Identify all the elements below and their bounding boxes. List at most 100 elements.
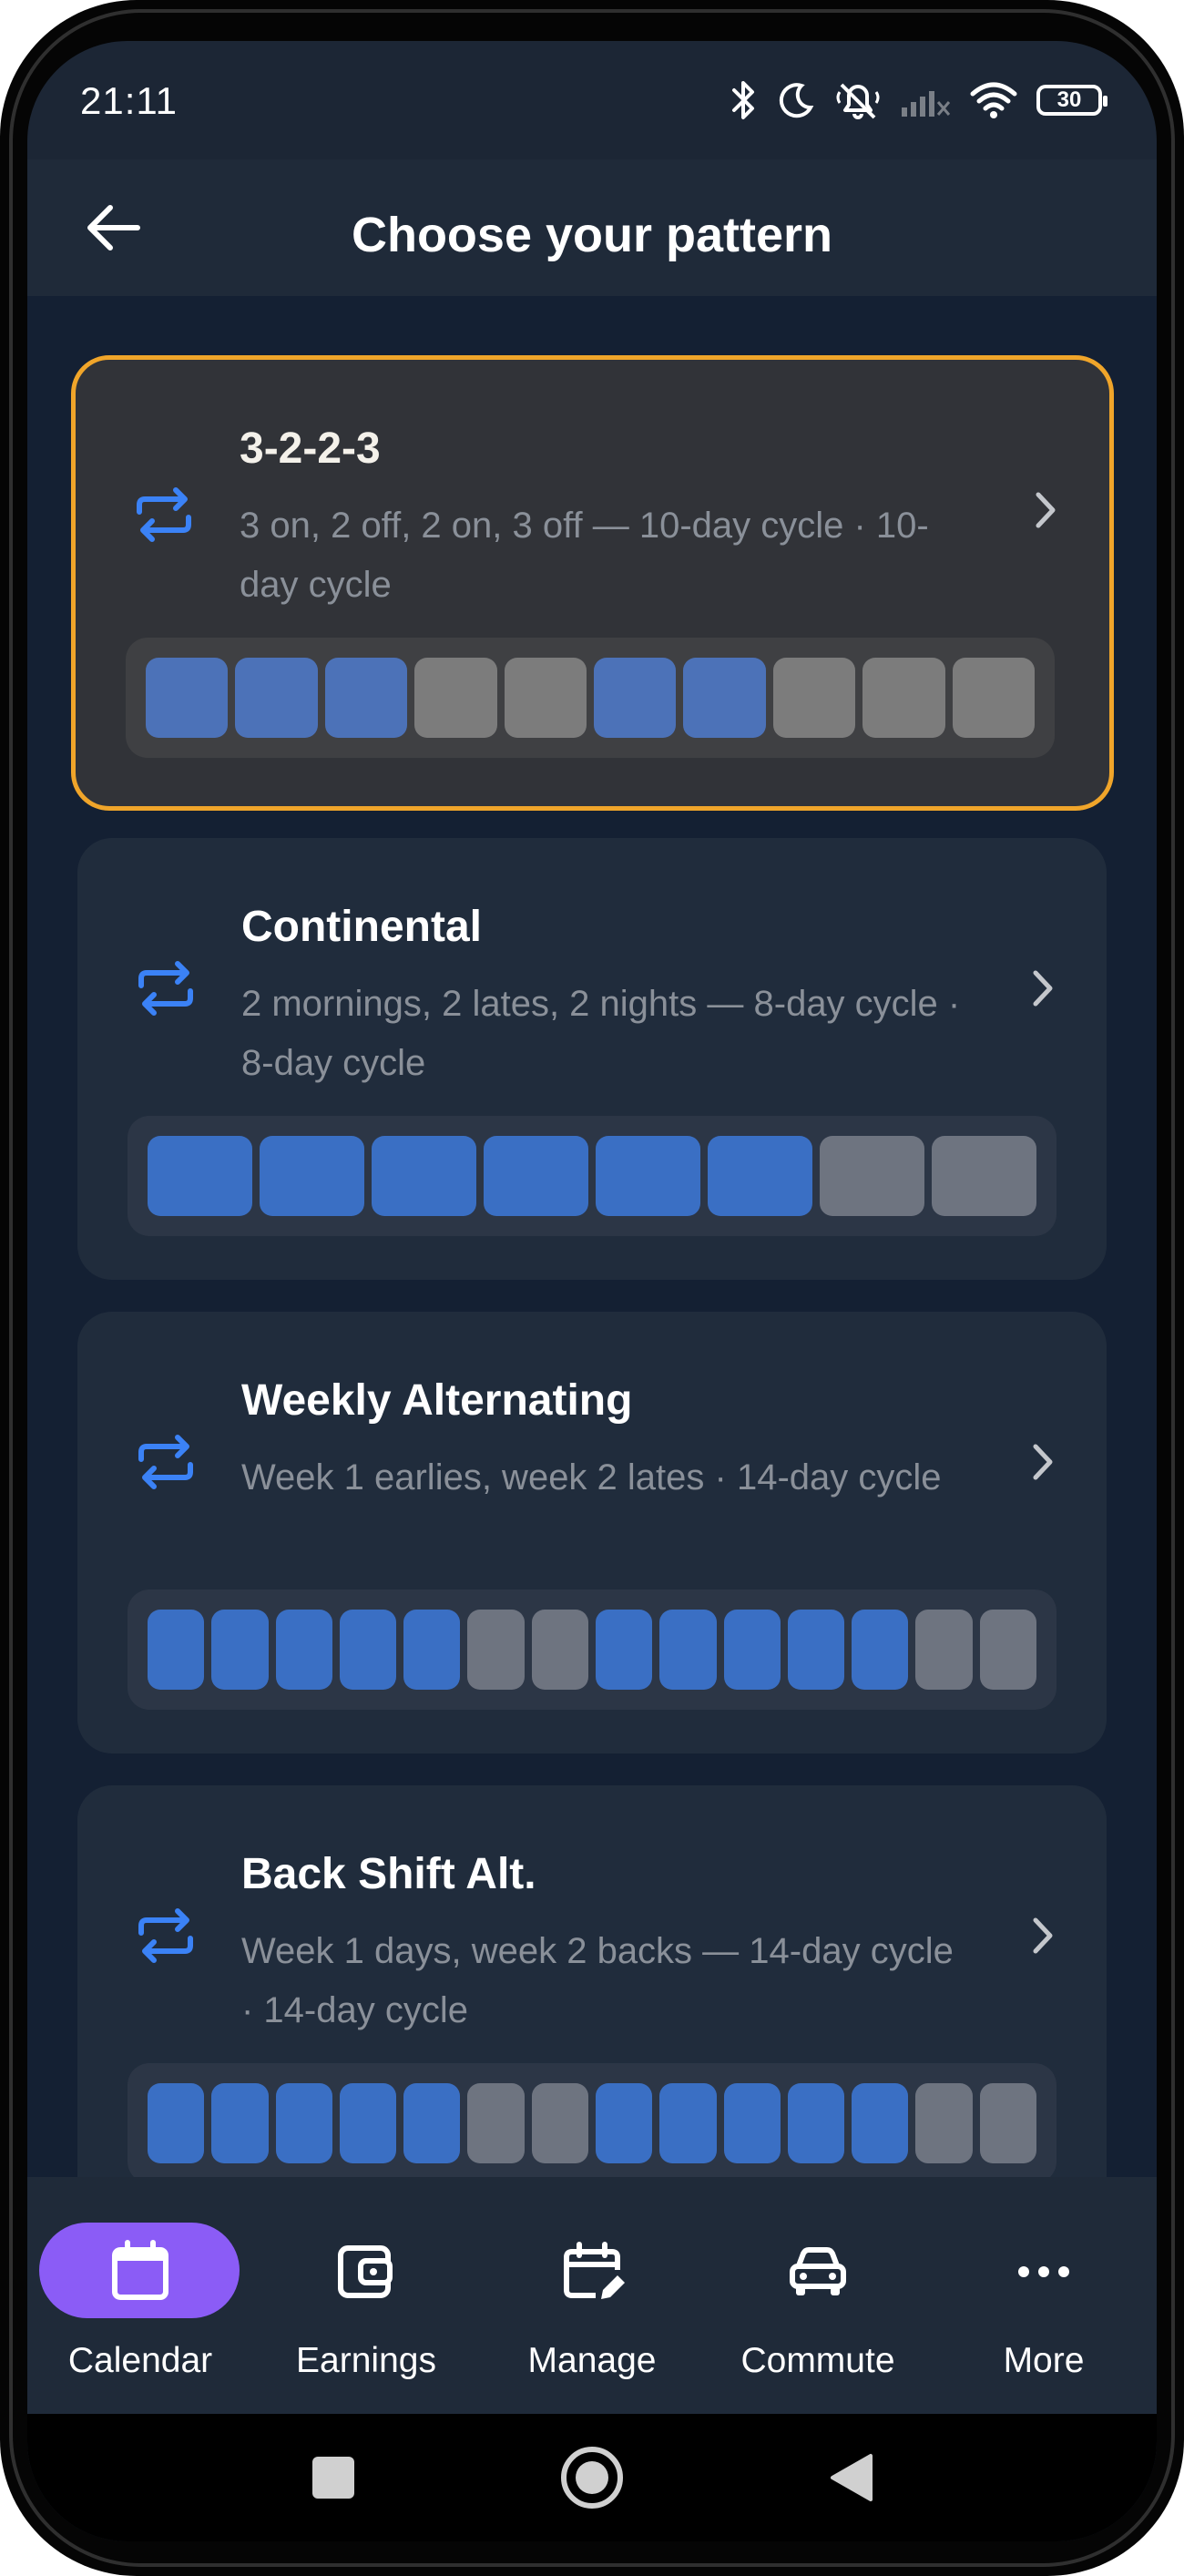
repeat-icon [137,487,191,542]
status-bar: 21:11 30 [27,41,1157,159]
day-off [504,658,587,738]
day-off [531,1610,588,1690]
day-on [403,1610,461,1690]
day-on [659,1610,717,1690]
day-off [932,1136,1036,1216]
pattern-subtitle: 2 mornings, 2 lates, 2 nights — 8-day cy… [241,984,961,1083]
pattern-subtitle: 3 on, 2 off, 2 on, 3 off — 10-day cycle … [240,506,929,605]
day-on [275,2083,332,2163]
day-off [772,658,856,738]
pattern-title: Back Shift Alt. [241,1850,536,1898]
wallet-icon [338,2245,393,2298]
day-on [787,1610,845,1690]
phone-frame: 21:11 30 Choose your pattern 3-2-2-3 3 o… [0,0,1184,2576]
chevron-right-icon [1033,970,1053,1007]
day-on [594,658,677,738]
pattern-subtitle: Week 1 days, week 2 backs — 14-day cycle… [241,1931,954,2030]
pattern-subtitle: Week 1 earlies, week 2 lates · 14-day cy… [241,1457,942,1498]
app-bar: Choose your pattern [27,159,1157,296]
bottom-nav: Calendar Earnings Manage Commute More [27,2177,1157,2414]
day-on [148,1610,205,1690]
day-on [372,1136,476,1216]
day-on [723,2083,781,2163]
nav-label: More [1003,2341,1085,2380]
home-button[interactable] [556,2441,628,2514]
day-off [979,2083,1036,2163]
pattern-card-3-2-2-3[interactable]: 3-2-2-3 3 on, 2 off, 2 on, 3 off — 10-da… [71,355,1114,811]
day-on [595,2083,653,2163]
chevron-right-icon [1033,1444,1053,1480]
day-off [820,1136,924,1216]
screen: 21:11 30 Choose your pattern 3-2-2-3 3 o… [27,41,1157,2541]
day-on [275,1610,332,1690]
day-on [659,2083,717,2163]
cycle-strip [128,2063,1056,2177]
nav-item-commute[interactable]: Commute [705,2177,931,2414]
nav-item-manage[interactable]: Manage [479,2177,705,2414]
day-on [708,1136,812,1216]
pattern-card-weekly-alternating[interactable]: Weekly Alternating Week 1 earlies, week … [77,1312,1107,1753]
day-off [531,2083,588,2163]
nav-label: Earnings [296,2341,436,2380]
day-on [324,658,408,738]
day-on [852,2083,909,2163]
signal-icon [902,91,951,117]
day-on [403,2083,461,2163]
battery-icon: 30 [1036,85,1107,116]
day-on [683,658,766,738]
day-on [211,2083,269,2163]
day-on [723,1610,781,1690]
day-on [596,1136,700,1216]
day-off [414,658,497,738]
cycle-strip [128,1116,1056,1236]
day-on [146,658,229,738]
day-off [862,658,945,738]
day-off [979,1610,1036,1690]
day-on [235,658,318,738]
pattern-title: Weekly Alternating [241,1376,633,1425]
nav-item-earnings[interactable]: Earnings [253,2177,479,2414]
day-on [484,1136,588,1216]
day-off [952,658,1036,738]
nav-label: Commute [740,2341,895,2380]
pattern-title: 3-2-2-3 [240,424,381,473]
system-nav-bar [27,2414,1157,2541]
square-icon [312,2457,354,2499]
calendar-edit-icon [564,2242,625,2299]
bell-muted-icon [836,83,880,119]
day-off [915,2083,973,2163]
chevron-right-icon [1033,1917,1053,1954]
car-icon [790,2247,846,2295]
nav-label: Manage [527,2341,657,2380]
page-title: Choose your pattern [351,208,833,262]
nav-item-more[interactable]: More [931,2177,1157,2414]
chevron-right-icon [1036,492,1056,528]
day-on [852,1610,909,1690]
recents-button[interactable] [297,2441,370,2514]
back-system-button[interactable] [814,2441,887,2514]
repeat-icon [138,1908,193,1963]
nav-item-calendar[interactable]: Calendar [27,2177,253,2414]
day-on [148,2083,205,2163]
repeat-icon [138,961,193,1016]
day-off [467,1610,525,1690]
pattern-card-continental[interactable]: Continental 2 mornings, 2 lates, 2 night… [77,838,1107,1280]
status-time: 21:11 [80,79,178,122]
day-off [915,1610,973,1690]
day-on [339,1610,397,1690]
pattern-card-back-shift-alt[interactable]: Back Shift Alt. Week 1 days, week 2 back… [77,1785,1107,2177]
day-on [211,1610,269,1690]
home-circle-icon [561,2447,623,2509]
day-on [260,1136,364,1216]
more-icon [1018,2266,1069,2277]
day-on [595,1610,653,1690]
day-off [467,2083,525,2163]
day-on [339,2083,397,2163]
pattern-list[interactable]: 3-2-2-3 3 on, 2 off, 2 on, 3 off — 10-da… [27,296,1157,2177]
day-on [787,2083,845,2163]
day-on [148,1136,252,1216]
status-icons: 30 [730,77,1107,123]
pattern-title: Continental [241,903,482,951]
cycle-strip [128,1590,1056,1710]
bluetooth-icon [732,81,754,119]
